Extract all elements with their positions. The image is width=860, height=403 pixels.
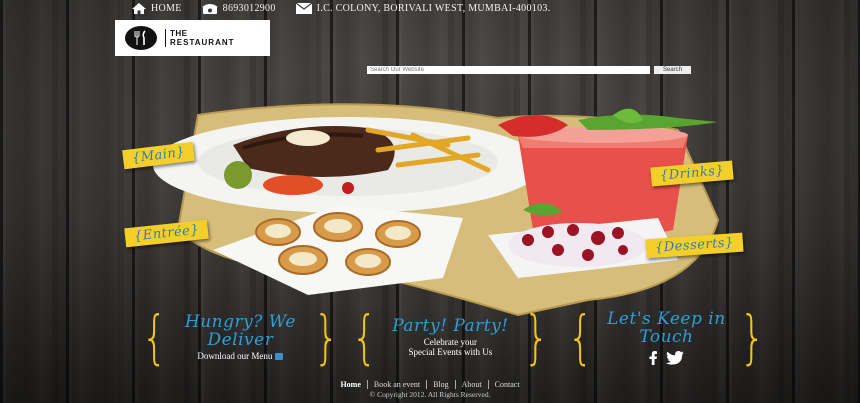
menu-collage: {Main} {Drinks} {Entrée} {Desserts} — [118, 100, 758, 325]
search-input[interactable] — [367, 66, 650, 74]
phone-info: 8693012900 — [201, 3, 276, 14]
download-menu-link[interactable]: Download our Menu — [197, 351, 272, 361]
promo-touch: { Let's Keep in Touch } — [562, 307, 771, 367]
site-logo[interactable]: THE RESTAURANT — [115, 20, 270, 56]
address-info: I.C. COLONY, BORIVALI WEST, MUMBAI-40010… — [295, 3, 551, 14]
twitter-icon[interactable] — [666, 350, 685, 365]
logo-text: THE RESTAURANT — [165, 29, 235, 47]
home-link[interactable]: HOME — [132, 3, 182, 14]
left-brace: { — [141, 303, 168, 371]
footer-link-home[interactable]: Home — [334, 380, 368, 389]
promo-party-sub1: Celebrate your — [423, 337, 478, 347]
copyright-text: © Copyright 2012. All Rights Reserved. — [369, 390, 491, 399]
search-form: Search — [367, 66, 691, 74]
promo-party-sub2: Special Events with Us — [408, 347, 493, 357]
right-brace: } — [313, 303, 340, 371]
social-links — [599, 350, 734, 365]
right-brace: } — [739, 303, 766, 371]
phone-number: 8693012900 — [222, 3, 276, 14]
phone-icon — [201, 4, 218, 14]
search-button[interactable]: Search — [654, 66, 691, 74]
left-brace: { — [351, 303, 378, 371]
address-text: I.C. COLONY, BORIVALI WEST, MUMBAI-40010… — [316, 3, 551, 14]
promo-touch-title: Let's Keep in Touch — [607, 308, 726, 347]
home-label: HOME — [151, 3, 182, 14]
right-brace: } — [523, 303, 550, 371]
cutlery-icon — [125, 26, 157, 50]
download-icon — [275, 353, 284, 361]
promo-deliver-title: Hungry? We Deliver — [184, 312, 296, 350]
home-icon — [132, 3, 146, 14]
footer-link-contact[interactable]: Contact — [489, 380, 526, 389]
footer-link-blog[interactable]: Blog — [427, 380, 456, 389]
food-photo-collage — [153, 103, 720, 317]
footer-link-book[interactable]: Book an event — [368, 380, 428, 389]
envelope-icon — [295, 3, 312, 14]
footer-nav: Home Book an event Blog About Contact — [0, 380, 860, 389]
facebook-icon[interactable] — [648, 350, 658, 365]
promo-party[interactable]: { Party! Party! Celebrate your Special E… — [346, 307, 555, 367]
footer-link-about[interactable]: About — [456, 380, 489, 389]
promo-party-title: Party! Party! — [392, 316, 509, 336]
promo-deliver[interactable]: { Hungry? We Deliver Download our Menu } — [136, 307, 345, 367]
contact-bar: HOME 8693012900 I.C. COLONY, BORIVALI WE… — [132, 3, 550, 14]
left-brace: { — [567, 303, 594, 371]
